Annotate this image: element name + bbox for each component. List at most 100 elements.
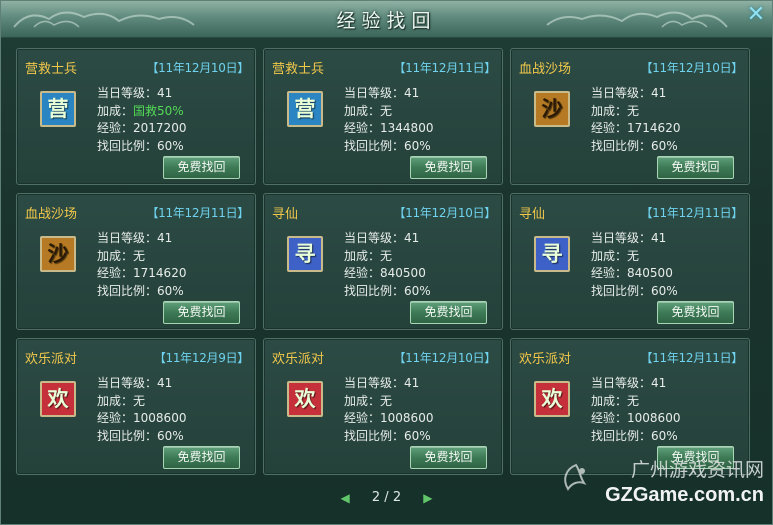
event-stats: 当日等级：41 加成：无 经验：1008600 找回比例：60%	[344, 375, 433, 445]
ratio-row: 找回比例：60%	[97, 283, 186, 301]
ratio-value: 60%	[157, 138, 184, 153]
event-icon: 欢	[534, 381, 570, 417]
level-label: 当日等级：	[591, 231, 652, 245]
bonus-label: 加成：	[97, 103, 134, 118]
free-recover-button[interactable]: 免费找回	[657, 301, 734, 324]
bonus-row: 加成：无	[344, 393, 433, 411]
level-row: 当日等级：41	[97, 375, 186, 393]
exp-row: 经验：1008600	[344, 410, 433, 428]
free-recover-button[interactable]: 免费找回	[163, 446, 240, 469]
free-recover-button[interactable]: 免费找回	[410, 156, 487, 179]
free-recover-button[interactable]: 免费找回	[163, 301, 240, 324]
event-date: 【11年12月10日】	[393, 351, 496, 365]
event-date: 【11年12月11日】	[146, 206, 249, 220]
bonus-value: 无	[380, 248, 393, 263]
exp-value: 1344800	[380, 121, 434, 135]
bonus-value: 国救50%	[133, 103, 184, 118]
event-card: 血战沙场 【11年12月10日】沙当日等级：41 加成：无 经验：1714620 找回比…	[510, 48, 750, 185]
ratio-row: 找回比例：60%	[591, 138, 680, 156]
free-recover-button[interactable]: 免费找回	[163, 156, 240, 179]
exp-row: 经验：1714620	[97, 265, 186, 283]
site-logo-icon	[564, 463, 587, 491]
level-row: 当日等级：41	[97, 85, 186, 103]
free-recover-button[interactable]: 免费找回	[410, 446, 487, 469]
bonus-row: 加成：无	[591, 103, 680, 121]
event-date: 【11年12月11日】	[393, 61, 496, 75]
level-row: 当日等级：41	[97, 230, 186, 248]
ratio-value: 60%	[404, 283, 431, 298]
event-name: 营救士兵	[25, 62, 78, 77]
level-value: 41	[651, 231, 667, 245]
ratio-row: 找回比例：60%	[97, 138, 186, 156]
bonus-value: 无	[380, 393, 393, 408]
ratio-label: 找回比例：	[591, 283, 652, 298]
event-date: 【11年12月11日】	[640, 206, 743, 220]
exp-value: 840500	[627, 266, 673, 280]
next-page-icon[interactable]: ▶	[423, 491, 432, 505]
exp-value: 1008600	[380, 411, 434, 425]
event-icon: 欢	[287, 381, 323, 417]
exp-value: 1008600	[133, 411, 187, 425]
event-icon: 营	[40, 91, 76, 127]
ratio-value: 60%	[651, 283, 678, 298]
bonus-label: 加成：	[344, 393, 381, 408]
free-recover-button[interactable]: 免费找回	[657, 156, 734, 179]
level-value: 41	[651, 86, 667, 100]
ratio-label: 找回比例：	[97, 283, 158, 298]
exp-value: 2017200	[133, 121, 187, 135]
bonus-label: 加成：	[591, 103, 628, 118]
event-stats: 当日等级：41 加成：无 经验：1008600 找回比例：60%	[97, 375, 186, 445]
bonus-label: 加成：	[344, 248, 381, 263]
exp-row: 经验：1008600	[97, 410, 186, 428]
event-card: 营救士兵 【11年12月10日】营当日等级：41 加成：国救50% 经验：201720…	[16, 48, 256, 185]
bonus-value: 无	[133, 393, 146, 408]
event-name: 营救士兵	[272, 62, 325, 77]
bonus-label: 加成：	[97, 248, 134, 263]
free-recover-button[interactable]: 免费找回	[410, 301, 487, 324]
ratio-value: 60%	[157, 428, 184, 443]
bonus-label: 加成：	[344, 103, 381, 118]
event-icon: 寻	[287, 236, 323, 272]
ratio-label: 找回比例：	[591, 428, 652, 443]
event-name: 欢乐派对	[25, 352, 78, 367]
level-label: 当日等级：	[97, 231, 158, 245]
exp-label: 经验：	[97, 121, 134, 135]
event-name: 欢乐派对	[272, 352, 325, 367]
prev-page-icon[interactable]: ◀	[341, 491, 350, 505]
ratio-row: 找回比例：60%	[97, 428, 186, 446]
event-icon: 沙	[534, 91, 570, 127]
ratio-label: 找回比例：	[97, 428, 158, 443]
bonus-row: 加成：无	[344, 248, 431, 266]
event-stats: 当日等级：41 加成：无 经验：840500 找回比例：60%	[591, 230, 678, 300]
bonus-row: 加成：国救50%	[97, 103, 186, 121]
level-value: 41	[157, 376, 173, 390]
bonus-value: 无	[627, 393, 640, 408]
event-icon: 沙	[40, 236, 76, 272]
ratio-label: 找回比例：	[344, 138, 405, 153]
level-value: 41	[404, 86, 420, 100]
event-date: 【11年12月10日】	[146, 61, 249, 75]
title-bar: 经验找回 ✕	[1, 1, 772, 38]
ratio-value: 60%	[157, 283, 184, 298]
event-card: 营救士兵 【11年12月11日】营当日等级：41 加成：无 经验：1344800 找回比…	[263, 48, 503, 185]
event-icon: 欢	[40, 381, 76, 417]
event-card: 欢乐派对 【11年12月9日】欢当日等级：41 加成：无 经验：1008600 找回比例…	[16, 338, 256, 475]
event-date: 【11年12月11日】	[640, 351, 743, 365]
close-icon[interactable]: ✕	[746, 4, 766, 26]
bonus-row: 加成：无	[97, 248, 186, 266]
level-row: 当日等级：41	[591, 230, 678, 248]
event-card: 寻仙 【11年12月11日】寻当日等级：41 加成：无 经验：840500 找回比例：6…	[510, 193, 750, 330]
exp-row: 经验：1008600	[591, 410, 680, 428]
exp-recovery-window: 经验找回 ✕ 营救士兵 【11年12月10日】营当日等级：41 加成：国救50% 经验…	[0, 0, 773, 525]
event-stats: 当日等级：41 加成：无 经验：840500 找回比例：60%	[344, 230, 431, 300]
ratio-row: 找回比例：60%	[591, 428, 680, 446]
event-date: 【11年12月9日】	[153, 351, 249, 365]
event-name: 寻仙	[272, 207, 299, 222]
watermark-url: GZGame.com.cn	[605, 484, 764, 506]
exp-label: 经验：	[344, 121, 381, 135]
ratio-row: 找回比例：60%	[344, 283, 431, 301]
bonus-label: 加成：	[591, 248, 628, 263]
ratio-value: 60%	[404, 428, 431, 443]
event-date: 【11年12月10日】	[640, 61, 743, 75]
level-row: 当日等级：41	[344, 375, 433, 393]
